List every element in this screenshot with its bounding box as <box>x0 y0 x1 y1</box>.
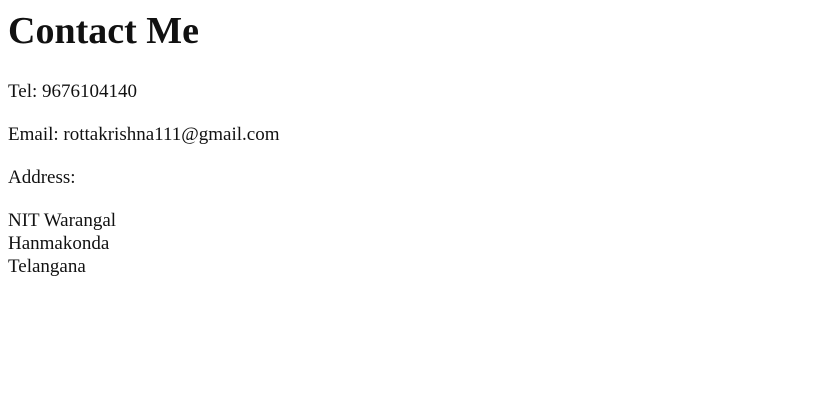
address-line-city: Hanmakonda <box>8 233 110 254</box>
address-line-state: Telangana <box>8 256 86 277</box>
address-block: NIT Warangal Hanmakonda Telangana <box>8 209 808 278</box>
contact-page: Contact Me Tel: 9676104140 Email: rottak… <box>0 0 816 420</box>
telephone-text: Tel: 9676104140 <box>8 81 138 102</box>
address-label: Address: <box>8 167 76 188</box>
page-title: Contact Me <box>8 10 199 52</box>
address-line-institute: NIT Warangal <box>8 210 117 231</box>
email-text: Email: rottakrishna111@gmail.com <box>8 124 280 145</box>
